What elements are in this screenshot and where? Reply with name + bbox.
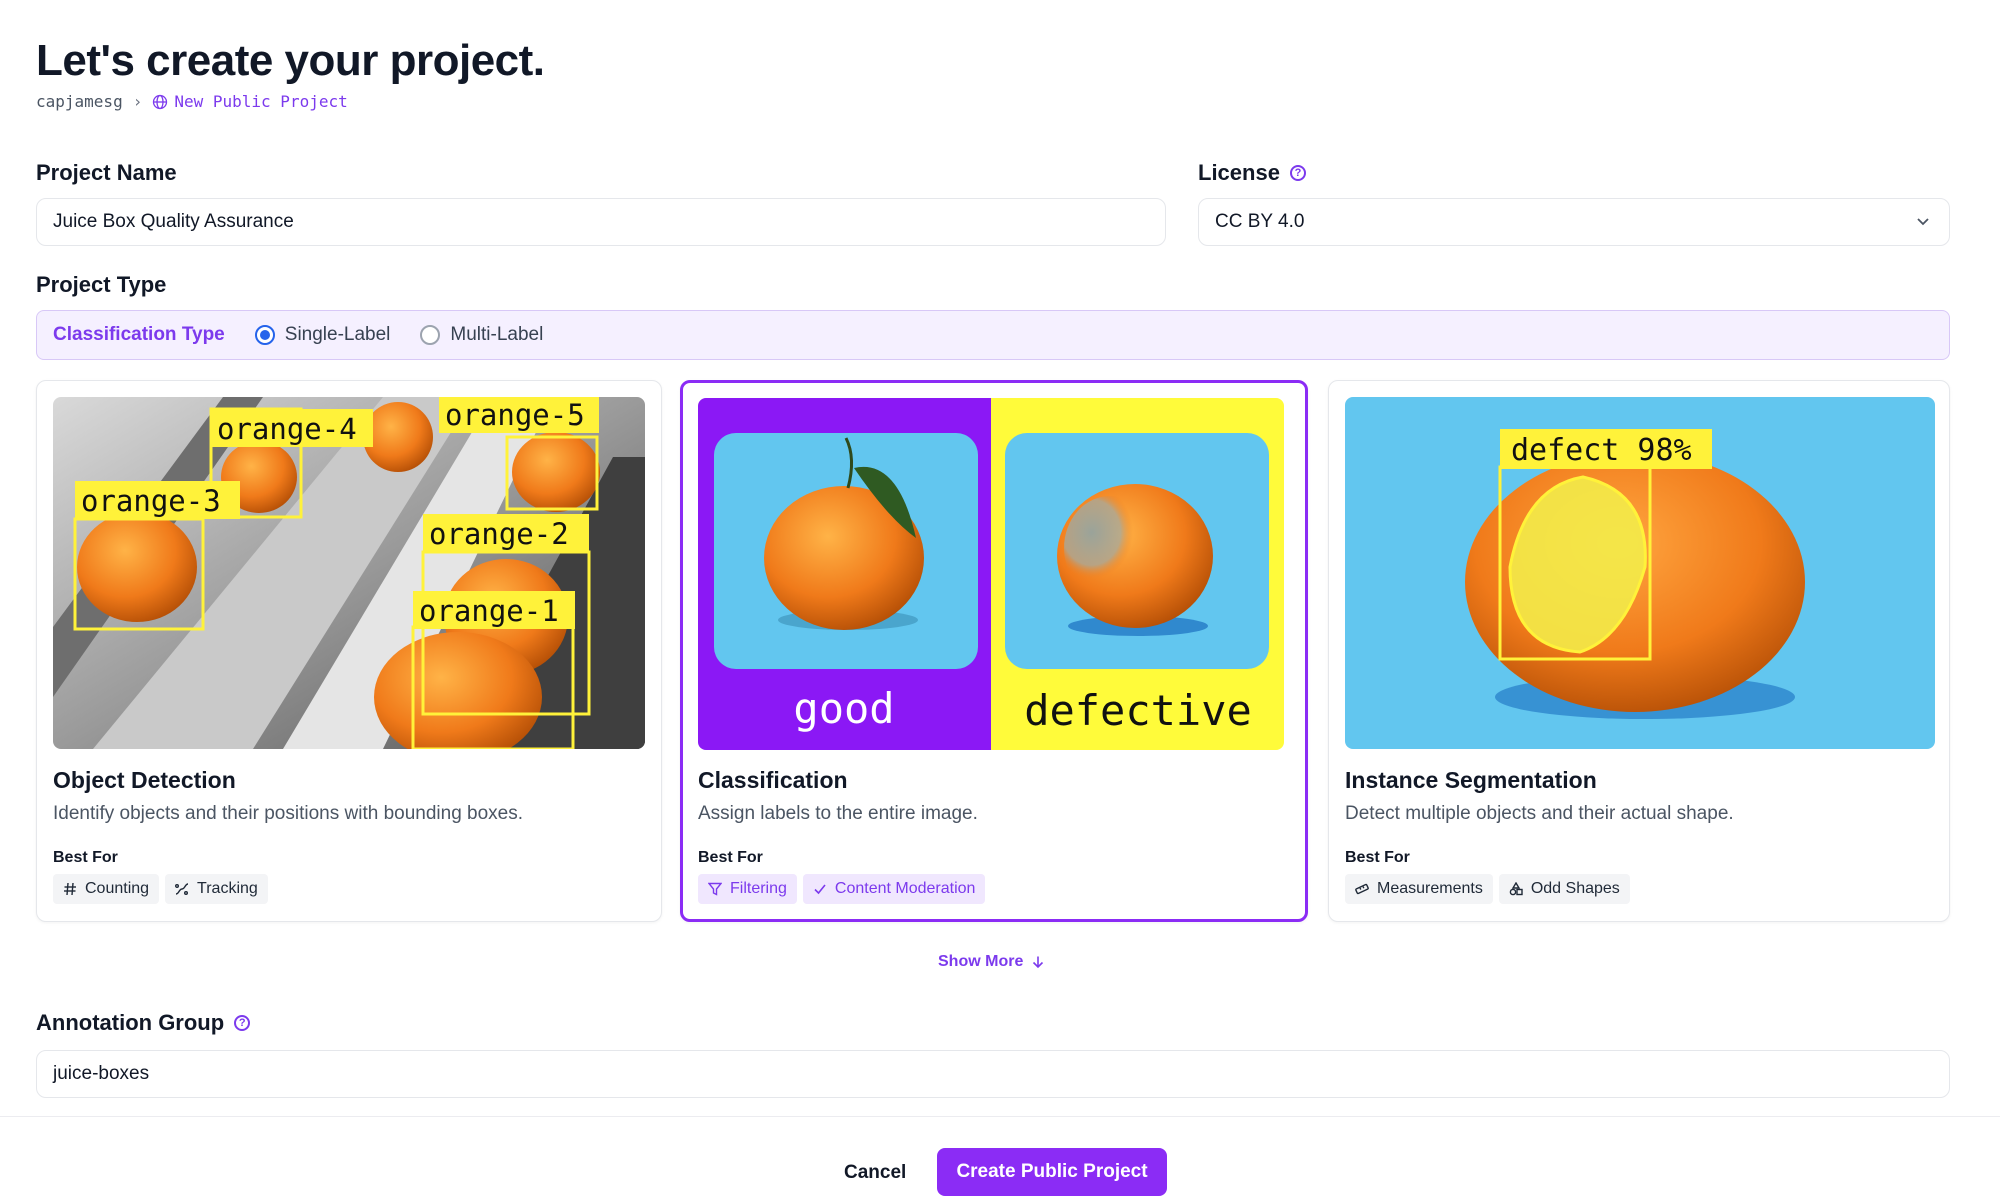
classification-type-label: Classification Type xyxy=(53,324,225,345)
tag-label: Tracking xyxy=(197,880,258,897)
show-more-label: Show More xyxy=(938,953,1024,970)
cancel-button[interactable]: Cancel xyxy=(830,1150,920,1196)
help-icon[interactable]: ? xyxy=(234,1015,251,1031)
tag-list: Measurements Odd Shapes xyxy=(1345,874,1630,904)
radio-button[interactable] xyxy=(420,325,441,345)
license-label: License ? xyxy=(1198,160,1306,186)
best-for-label: Best For xyxy=(698,849,763,866)
card-classification[interactable]: good defective Classification Assign lab… xyxy=(680,380,1308,922)
card-title: Classification xyxy=(698,767,848,793)
tag-label: Measurements xyxy=(1377,880,1483,897)
card-description: Identify objects and their positions wit… xyxy=(53,803,524,824)
tag-label: Content Moderation xyxy=(834,880,976,897)
tag-content-moderation: Content Moderation xyxy=(802,874,986,904)
object-detection-image: orange-4 orange-5 orange-3 orange-2 oran… xyxy=(53,397,645,749)
card-object-detection[interactable]: orange-4 orange-5 orange-3 orange-2 oran… xyxy=(36,380,662,922)
tag-measurements: Measurements xyxy=(1345,874,1493,904)
project-name-input[interactable]: Juice Box Quality Assurance xyxy=(36,198,1166,246)
project-name-value: Juice Box Quality Assurance xyxy=(53,211,294,232)
arrow-down-icon xyxy=(1033,956,1044,969)
annotation-group-input[interactable]: juice-boxes xyxy=(36,1050,1950,1098)
breadcrumb-user[interactable]: capjamesg xyxy=(36,92,123,111)
classification-illustration: good defective xyxy=(698,398,1284,750)
license-value: CC BY 4.0 xyxy=(1215,211,1305,232)
filter-icon xyxy=(708,882,722,896)
annotation-group-label-text: Annotation Group xyxy=(36,1010,225,1035)
license-label-text: License xyxy=(1198,160,1280,185)
card-title: Object Detection xyxy=(53,767,236,793)
classification-type-bar: Classification Type Single-Label Multi-L… xyxy=(36,310,1950,360)
object-detection-illustration: orange-4 orange-5 orange-3 orange-2 oran… xyxy=(53,397,645,749)
radio-single-label-text: Single-Label xyxy=(284,324,391,345)
breadcrumb-separator: › xyxy=(132,92,143,111)
radio-multi-label[interactable]: Multi-Label xyxy=(420,324,543,346)
label-defect: defect 98% xyxy=(1511,433,1692,468)
page-title: Let's create your project. xyxy=(36,36,545,85)
tag-filtering: Filtering xyxy=(698,874,797,904)
best-for-label: Best For xyxy=(53,849,118,866)
show-more-button[interactable]: Show More xyxy=(938,953,1045,971)
radio-single-label[interactable]: Single-Label xyxy=(254,324,391,346)
radio-button-selected[interactable] xyxy=(254,325,275,345)
annotation-group-value: juice-boxes xyxy=(53,1063,150,1084)
label-orange-4: orange-4 xyxy=(217,412,357,446)
check-icon xyxy=(814,884,826,895)
project-type-label: Project Type xyxy=(36,272,166,298)
tag-list: Filtering Content Moderation xyxy=(698,874,986,904)
tag-label: Filtering xyxy=(730,880,787,897)
label-orange-2: orange-2 xyxy=(429,517,569,551)
card-description: Detect multiple objects and their actual… xyxy=(1345,803,1734,824)
shapes-icon xyxy=(1509,882,1523,896)
breadcrumb: capjamesg › New Public Project xyxy=(36,92,348,111)
hash-icon xyxy=(64,882,76,896)
annotation-group-label: Annotation Group ? xyxy=(36,1010,251,1036)
ruler-icon xyxy=(1355,883,1369,895)
tag-list: Counting Tracking xyxy=(53,874,268,904)
tag-label: Counting xyxy=(85,880,150,897)
best-for-label: Best For xyxy=(1345,849,1410,866)
create-public-project-button[interactable]: Create Public Project xyxy=(937,1148,1167,1196)
chevron-down-icon xyxy=(1917,218,1929,226)
footer-divider xyxy=(0,1116,2000,1117)
breadcrumb-project-label: New Public Project xyxy=(174,92,348,111)
classification-image: good defective xyxy=(698,398,1284,750)
tag-tracking: Tracking xyxy=(165,874,268,904)
tag-odd-shapes: Odd Shapes xyxy=(1498,874,1630,904)
label-orange-1: orange-1 xyxy=(419,594,559,628)
label-good: good xyxy=(793,684,894,733)
tag-counting: Counting xyxy=(53,874,160,904)
radio-multi-label-text: Multi-Label xyxy=(450,324,544,345)
globe-icon xyxy=(153,94,168,109)
card-instance-segmentation[interactable]: defect 98% Instance Segmentation Detect … xyxy=(1328,380,1950,922)
help-icon[interactable]: ? xyxy=(1289,165,1306,181)
project-name-label: Project Name xyxy=(36,160,177,186)
tag-label: Odd Shapes xyxy=(1530,880,1620,897)
card-description: Assign labels to the entire image. xyxy=(698,803,978,824)
card-title: Instance Segmentation xyxy=(1345,767,1597,793)
label-orange-5: orange-5 xyxy=(445,398,585,432)
license-select[interactable]: CC BY 4.0 xyxy=(1198,198,1950,246)
tracking-icon xyxy=(175,883,189,895)
project-type-label-text: Project Type xyxy=(36,272,167,297)
label-orange-3: orange-3 xyxy=(81,484,221,518)
instance-segmentation-image: defect 98% xyxy=(1345,397,1935,749)
instance-segmentation-illustration: defect 98% xyxy=(1345,397,1935,749)
project-name-label-text: Project Name xyxy=(36,160,177,185)
breadcrumb-project: New Public Project xyxy=(152,92,348,111)
label-defective: defective xyxy=(1024,686,1252,735)
